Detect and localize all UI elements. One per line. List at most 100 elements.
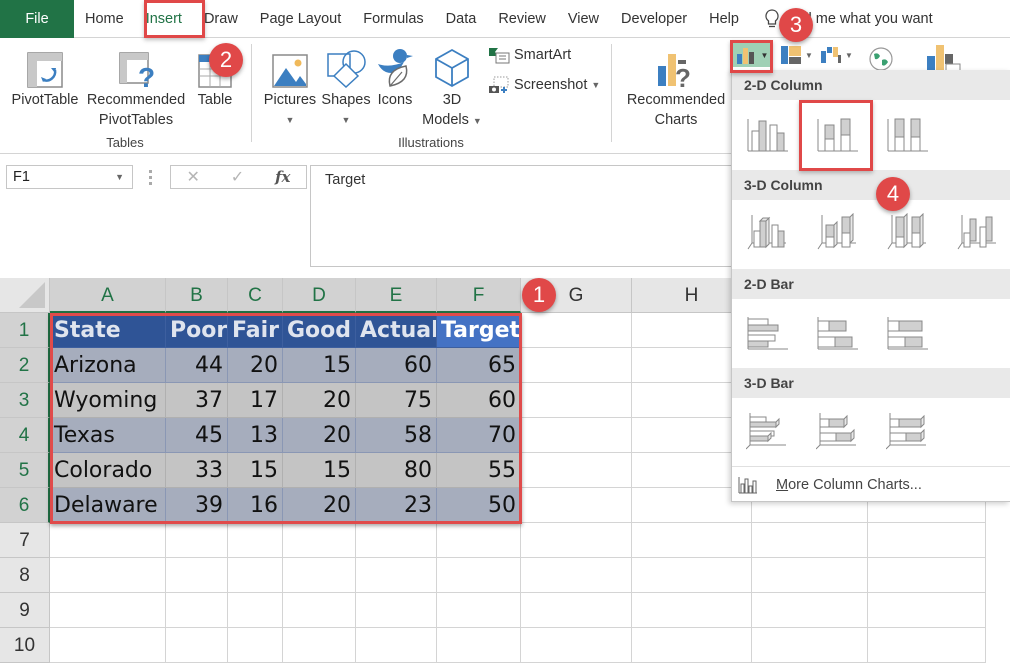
- name-box-dropdown-icon[interactable]: ▼: [115, 166, 124, 188]
- cell[interactable]: [521, 453, 632, 488]
- recommended-charts-button[interactable]: ? Recommended Charts: [624, 44, 728, 130]
- row-header-4[interactable]: 4: [0, 418, 50, 453]
- cell[interactable]: [437, 628, 521, 663]
- clustered-bar-option[interactable]: [740, 306, 794, 360]
- pivottable-button[interactable]: PivotTable: [10, 44, 80, 110]
- cell[interactable]: 17: [228, 383, 283, 418]
- header-cell[interactable]: Target: [437, 313, 521, 348]
- stacked-column-option[interactable]: [810, 108, 864, 162]
- cell[interactable]: [521, 348, 632, 383]
- row-header-3[interactable]: 3: [0, 383, 50, 418]
- cell[interactable]: [521, 313, 632, 348]
- cancel-icon[interactable]: ✕: [186, 167, 199, 187]
- header-cell[interactable]: Actual: [356, 313, 437, 348]
- cell[interactable]: [228, 593, 283, 628]
- cell[interactable]: [356, 558, 437, 593]
- cell[interactable]: [50, 558, 166, 593]
- cell[interactable]: [632, 523, 752, 558]
- cell[interactable]: 55: [437, 453, 521, 488]
- column-header-d[interactable]: D: [283, 278, 356, 313]
- cell[interactable]: [632, 593, 752, 628]
- column-header-f[interactable]: F: [437, 278, 521, 313]
- cell[interactable]: [868, 558, 986, 593]
- cell[interactable]: [228, 523, 283, 558]
- tab-data[interactable]: Data: [435, 0, 488, 38]
- cell[interactable]: 15: [283, 453, 356, 488]
- 3d-100-stacked-bar-option[interactable]: [880, 404, 934, 458]
- cell[interactable]: 70: [437, 418, 521, 453]
- cell[interactable]: [283, 593, 356, 628]
- cell[interactable]: [283, 523, 356, 558]
- cell[interactable]: [632, 558, 752, 593]
- row-header-2[interactable]: 2: [0, 348, 50, 383]
- cell[interactable]: [521, 558, 632, 593]
- enter-icon[interactable]: ✓: [231, 167, 244, 187]
- cell[interactable]: [50, 523, 166, 558]
- cell[interactable]: Texas: [50, 418, 166, 453]
- formula-input[interactable]: Target: [310, 165, 740, 267]
- pictures-button[interactable]: Pictures ▼: [260, 44, 320, 130]
- tab-view[interactable]: View: [557, 0, 610, 38]
- header-cell[interactable]: Good: [283, 313, 356, 348]
- tab-file[interactable]: File: [0, 0, 74, 38]
- cell[interactable]: 60: [437, 383, 521, 418]
- tab-help[interactable]: Help: [698, 0, 750, 38]
- cell[interactable]: [50, 593, 166, 628]
- cell[interactable]: [356, 593, 437, 628]
- 3d-clustered-column-option[interactable]: [740, 206, 794, 260]
- icons-button[interactable]: Icons: [374, 44, 416, 110]
- 3d-column-option[interactable]: [950, 206, 1004, 260]
- formula-bar-grip-icon[interactable]: [149, 170, 152, 188]
- cell[interactable]: [521, 383, 632, 418]
- 3d-clustered-bar-option[interactable]: [740, 404, 794, 458]
- stacked-bar-option[interactable]: [810, 306, 864, 360]
- tab-page-layout[interactable]: Page Layout: [249, 0, 352, 38]
- 3d-stacked-bar-option[interactable]: [810, 404, 864, 458]
- cell[interactable]: Colorado: [50, 453, 166, 488]
- cell[interactable]: [752, 628, 868, 663]
- cell[interactable]: 75: [356, 383, 437, 418]
- cell[interactable]: [166, 593, 228, 628]
- cell[interactable]: [752, 593, 868, 628]
- cell[interactable]: [228, 558, 283, 593]
- tab-insert[interactable]: Insert: [135, 0, 193, 38]
- cell[interactable]: 45: [166, 418, 228, 453]
- tab-developer[interactable]: Developer: [610, 0, 698, 38]
- more-column-charts-option[interactable]: More Column Charts...: [732, 466, 1010, 502]
- row-header-6[interactable]: 6: [0, 488, 50, 523]
- 100-stacked-bar-option[interactable]: [880, 306, 934, 360]
- 3d-stacked-column-option[interactable]: [810, 206, 864, 260]
- cell[interactable]: Arizona: [50, 348, 166, 383]
- tab-formulas[interactable]: Formulas: [352, 0, 434, 38]
- cell[interactable]: [283, 628, 356, 663]
- cell[interactable]: [632, 628, 752, 663]
- header-cell[interactable]: Poor: [166, 313, 228, 348]
- select-all-button[interactable]: [0, 278, 50, 313]
- tab-review[interactable]: Review: [487, 0, 557, 38]
- cell[interactable]: [521, 628, 632, 663]
- cell[interactable]: [521, 593, 632, 628]
- cell[interactable]: 39: [166, 488, 228, 523]
- cell[interactable]: [521, 418, 632, 453]
- row-header-1[interactable]: 1: [0, 313, 50, 348]
- cell[interactable]: 20: [283, 383, 356, 418]
- row-header-7[interactable]: 7: [0, 523, 50, 558]
- cell[interactable]: [356, 628, 437, 663]
- column-header-c[interactable]: C: [228, 278, 283, 313]
- cell[interactable]: [868, 593, 986, 628]
- cell[interactable]: 23: [356, 488, 437, 523]
- insert-hierarchy-chart-button[interactable]: ▼: [780, 43, 816, 67]
- cell[interactable]: Wyoming: [50, 383, 166, 418]
- cell[interactable]: [437, 593, 521, 628]
- insert-waterfall-chart-button[interactable]: ▼: [820, 43, 856, 67]
- cell[interactable]: [50, 628, 166, 663]
- cell[interactable]: [521, 488, 632, 523]
- cell[interactable]: [166, 628, 228, 663]
- row-header-8[interactable]: 8: [0, 558, 50, 593]
- insert-function-icon[interactable]: fx: [275, 168, 290, 186]
- cell[interactable]: 15: [228, 453, 283, 488]
- cell[interactable]: 20: [283, 488, 356, 523]
- cell[interactable]: [283, 558, 356, 593]
- cell[interactable]: 20: [228, 348, 283, 383]
- cell[interactable]: 13: [228, 418, 283, 453]
